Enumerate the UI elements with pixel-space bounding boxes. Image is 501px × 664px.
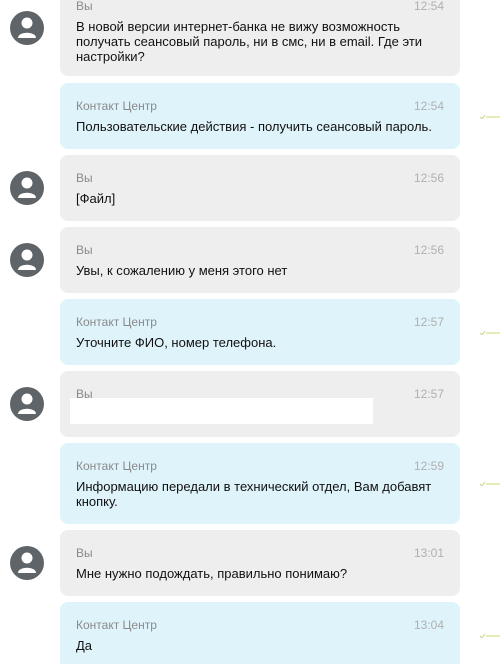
message-text: Мне нужно подождать, правильно понимаю? xyxy=(76,566,348,581)
message-sender: Вы xyxy=(76,243,93,257)
user-avatar-icon xyxy=(10,243,44,277)
message-time: 12:54 xyxy=(413,99,444,113)
read-check-icon xyxy=(480,482,500,486)
message-user: Вы 12:56 Увы, к сожалению у меня этого н… xyxy=(60,227,460,293)
message-text: Уточните ФИО, номер телефона. xyxy=(76,335,277,350)
message-agent: Контакт Центр 12:59 Информацию передали … xyxy=(60,443,460,524)
message-agent: Контакт Центр 12:57 Уточните ФИО, номер … xyxy=(60,299,460,365)
file-attachment-link[interactable]: [Файл] xyxy=(76,191,444,206)
message-sender: Вы xyxy=(76,171,93,185)
message-sender: Вы xyxy=(76,546,93,560)
message-text: Пользовательские действия - получить сеа… xyxy=(76,119,432,134)
message-time: 12:57 xyxy=(413,315,444,329)
read-check-icon xyxy=(480,115,500,119)
read-check-icon xyxy=(480,634,500,638)
message-sender: Контакт Центр xyxy=(76,459,157,473)
message-text: Информацию передали в технический отдел,… xyxy=(76,479,432,509)
message-sender: Вы xyxy=(76,0,93,13)
redacted-text-block xyxy=(70,398,373,424)
chat-history: Вы 12:54 В новой версии интернет-банка н… xyxy=(0,0,501,664)
message-user: Вы 12:56 [Файл] xyxy=(60,155,460,221)
user-avatar-icon xyxy=(10,387,44,421)
message-time: 12:57 xyxy=(413,387,444,401)
message-time: 12:56 xyxy=(413,243,444,257)
user-avatar-icon xyxy=(10,171,44,205)
message-time: 12:59 xyxy=(413,459,444,473)
message-agent: Контакт Центр 12:54 Пользовательские дей… xyxy=(60,83,460,149)
message-time: 13:04 xyxy=(413,618,444,632)
message-time: 12:56 xyxy=(413,171,444,185)
message-user: Вы 13:01 Мне нужно подождать, правильно … xyxy=(60,530,460,596)
message-user: Вы 12:54 В новой версии интернет-банка н… xyxy=(60,0,460,76)
message-sender: Контакт Центр xyxy=(76,618,157,632)
message-time: 13:01 xyxy=(413,546,444,560)
user-avatar-icon xyxy=(10,546,44,580)
message-sender: Контакт Центр xyxy=(76,315,157,329)
message-time: 12:54 xyxy=(413,0,444,13)
message-user: Вы 12:57 xyxy=(60,371,460,437)
user-avatar-icon xyxy=(10,11,44,45)
message-text: Да xyxy=(76,638,93,653)
read-check-icon xyxy=(480,331,500,335)
message-text: Увы, к сожалению у меня этого нет xyxy=(76,263,288,278)
message-sender: Контакт Центр xyxy=(76,99,157,113)
message-text: В новой версии интернет-банка не вижу во… xyxy=(76,19,423,64)
message-agent: Контакт Центр 13:04 Да xyxy=(60,602,460,664)
